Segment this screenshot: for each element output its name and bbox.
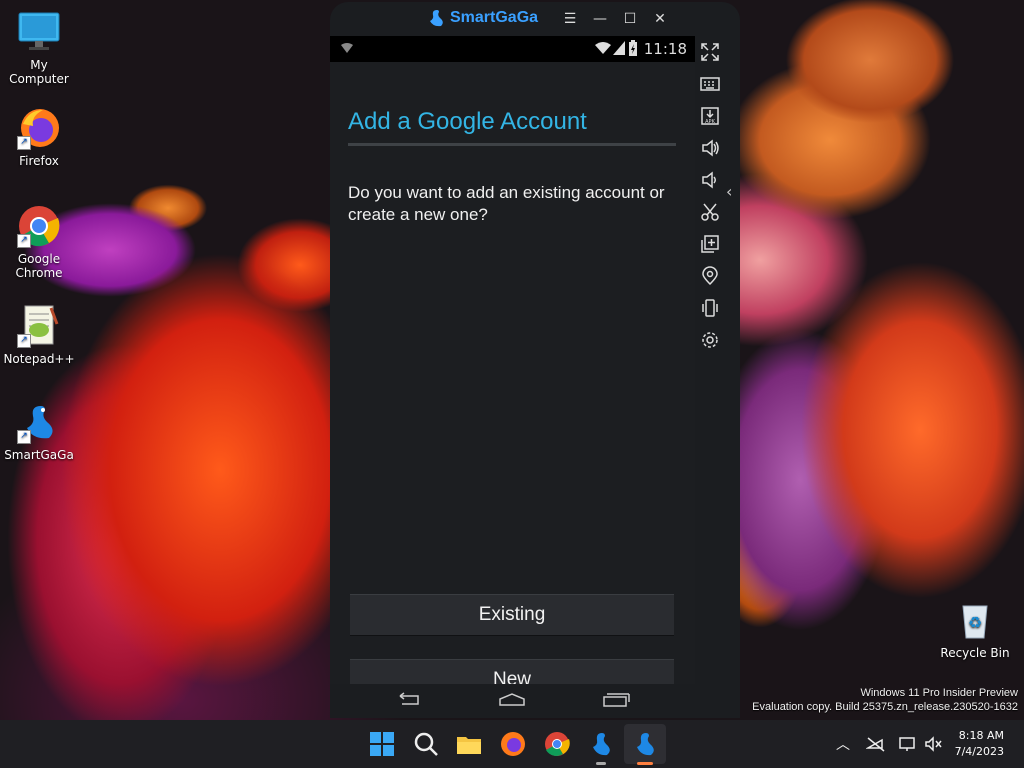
install-apk-icon[interactable]: APK <box>700 106 720 126</box>
clock-time: 8:18 AM <box>958 729 1004 742</box>
home-icon[interactable] <box>497 692 527 708</box>
shortcut-arrow-icon: ↗ <box>17 136 31 150</box>
wifi-icon <box>595 42 611 54</box>
clock[interactable]: 8:18 AM 7/4/2023 <box>955 728 1004 760</box>
firefox-taskbar-icon[interactable] <box>499 730 527 758</box>
recent-apps-icon[interactable] <box>601 692 631 708</box>
signal-icon <box>613 41 625 55</box>
clock-date: 7/4/2023 <box>954 745 1004 758</box>
svg-text:♻: ♻ <box>968 613 982 632</box>
smartgaga-taskbar-icon[interactable] <box>587 730 615 758</box>
multi-instance-icon[interactable] <box>700 234 720 254</box>
minimize-button[interactable]: — <box>589 8 611 30</box>
screen-question: Do you want to add an existing account o… <box>348 183 665 224</box>
android-statusbar: 11:18 <box>330 36 695 62</box>
add-account-screen: Add a Google Account Do you want to add … <box>330 62 695 701</box>
desktop-icon-smartgaga[interactable]: ↗ SmartGaGa <box>3 400 75 462</box>
emulator-brand: SmartGaGa <box>426 8 538 28</box>
android-screen: 11:18 Add a Google Account Do you want t… <box>330 36 695 701</box>
windows-watermark: Windows 11 Pro Insider Preview Evaluatio… <box>752 686 1018 714</box>
keyboard-icon[interactable] <box>700 74 720 94</box>
running-indicator <box>596 762 606 765</box>
desktop-icon-label: Recycle Bin <box>940 646 1010 660</box>
network-off-icon[interactable] <box>866 736 886 752</box>
close-button[interactable]: ✕ <box>649 8 671 30</box>
search-icon[interactable] <box>412 730 440 758</box>
emulator-window: SmartGaGa ☰ — ☐ ✕ 11:18 Add a Google Acc… <box>330 2 740 718</box>
smartgaga-logo-icon <box>430 10 443 27</box>
emulator-titlebar[interactable]: SmartGaGa ☰ — ☐ ✕ <box>330 2 695 36</box>
watermark-line-2: Evaluation copy. Build 25375.zn_release.… <box>752 701 1018 713</box>
smartgaga-active-taskbar-icon[interactable] <box>631 730 659 758</box>
screenshot-icon[interactable] <box>700 202 720 222</box>
active-indicator <box>637 762 653 765</box>
android-notification-icon <box>341 43 353 53</box>
battery-icon <box>629 40 637 56</box>
volume-up-icon[interactable] <box>700 138 720 158</box>
desktop-icon-recycle-bin[interactable]: ♻ Recycle Bin <box>939 598 1011 660</box>
screen-title: Add a Google Account <box>348 108 587 135</box>
shortcut-arrow-icon: ↗ <box>17 334 31 348</box>
android-navbar <box>330 684 695 718</box>
location-icon[interactable] <box>700 266 720 286</box>
desktop-icon-notepad-plus-plus[interactable]: ↗ Notepad++ <box>3 304 75 366</box>
shake-icon[interactable] <box>700 298 720 318</box>
desktop-icon-label: Notepad++ <box>3 352 75 366</box>
monitor-icon <box>17 10 61 54</box>
volume-muted-icon[interactable] <box>924 736 944 752</box>
settings-icon[interactable] <box>700 330 720 350</box>
menu-icon[interactable]: ☰ <box>559 8 581 30</box>
chrome-taskbar-icon[interactable] <box>543 730 571 758</box>
firefox-icon: ↗ <box>17 106 61 150</box>
back-icon[interactable] <box>394 692 424 708</box>
desktop-icon-label: Firefox <box>19 154 59 168</box>
shortcut-arrow-icon: ↗ <box>17 234 31 248</box>
desktop-icon-firefox[interactable]: ↗ Firefox <box>3 106 75 168</box>
svg-text:APK: APK <box>705 119 715 125</box>
watermark-line-1: Windows 11 Pro Insider Preview <box>860 687 1018 699</box>
emulator-brand-name: SmartGaGa <box>450 9 539 26</box>
chrome-icon: ↗ <box>17 204 61 248</box>
status-time: 11:18 <box>643 40 687 58</box>
display-icon[interactable] <box>898 736 918 752</box>
recycle-bin-icon: ♻ <box>953 598 997 642</box>
title-divider <box>348 143 676 146</box>
shortcut-arrow-icon: ↗ <box>17 430 31 444</box>
collapse-sidebar-icon[interactable]: ‹ <box>726 182 732 201</box>
existing-button[interactable]: Existing <box>350 594 674 636</box>
volume-down-icon[interactable] <box>700 170 720 190</box>
maximize-button[interactable]: ☐ <box>619 8 641 30</box>
desktop-icon-chrome[interactable]: ↗ Google Chrome <box>3 204 75 280</box>
desktop-icon-label: Google Chrome <box>15 252 63 280</box>
chevron-up-icon[interactable]: ︿ <box>836 734 850 754</box>
file-explorer-icon[interactable] <box>455 730 483 758</box>
desktop-icon-label: SmartGaGa <box>4 448 74 462</box>
notepad-plus-plus-icon: ↗ <box>17 304 61 348</box>
desktop-icon-label: My Computer <box>9 58 69 86</box>
fullscreen-icon[interactable] <box>700 42 720 62</box>
taskbar: ︿ 8:18 AM 7/4/2023 <box>0 720 1024 768</box>
desktop-icon-my-computer[interactable]: My Computer <box>3 10 75 86</box>
start-icon[interactable] <box>368 730 396 758</box>
smartgaga-swan-icon: ↗ <box>17 400 61 444</box>
